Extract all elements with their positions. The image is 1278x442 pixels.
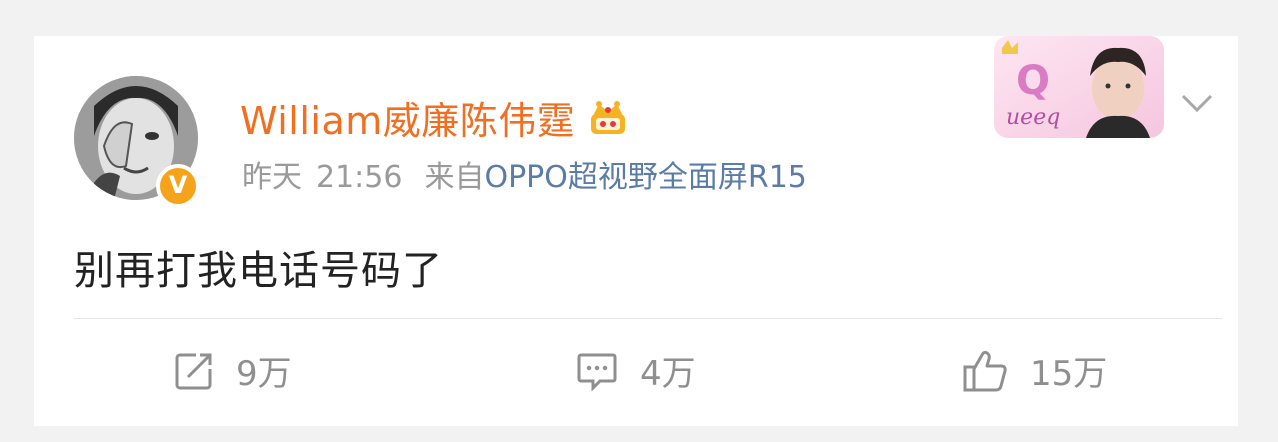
divider xyxy=(74,318,1222,319)
comment-icon xyxy=(577,353,617,391)
source-label: 来自 xyxy=(424,160,485,195)
post-meta: 昨天 21:56 来自OPPO超视野全面屏R15 xyxy=(242,152,807,196)
verified-badge: V xyxy=(156,164,200,208)
author-row: William威廉陈伟霆 xyxy=(240,90,629,145)
comment-button[interactable]: 4万 xyxy=(576,346,696,395)
repost-count: 9万 xyxy=(236,354,292,394)
banner-script: ueeq xyxy=(1006,105,1060,130)
card-decoration-image[interactable]: Q ueeq xyxy=(994,36,1164,138)
weibo-post-card: V William威廉陈伟霆 昨天 21:56 来自OPPO超视野全面屏R15 别再… xyxy=(34,36,1238,426)
banner-letter: Q xyxy=(1016,58,1050,104)
verified-badge-label: V xyxy=(168,171,188,199)
comment-count: 4万 xyxy=(640,354,696,394)
like-count: 15万 xyxy=(1030,354,1108,394)
action-bar: 9万 4万 15万 xyxy=(34,336,1238,408)
post-date: 昨天 xyxy=(242,160,302,195)
crown-icon[interactable] xyxy=(587,98,629,138)
repost-icon xyxy=(175,353,212,389)
author-name[interactable]: William威廉陈伟霆 xyxy=(240,90,575,145)
post-time: 21:56 xyxy=(316,160,403,195)
thumbs-up-icon xyxy=(963,350,1007,391)
repost-button[interactable]: 9万 xyxy=(174,346,292,395)
chevron-down-icon[interactable] xyxy=(1180,92,1214,114)
like-button[interactable]: 15万 xyxy=(962,346,1107,395)
source-device-link[interactable]: OPPO超视野全面屏R15 xyxy=(484,160,806,195)
post-text: 别再打我电话号码了 xyxy=(74,248,443,294)
